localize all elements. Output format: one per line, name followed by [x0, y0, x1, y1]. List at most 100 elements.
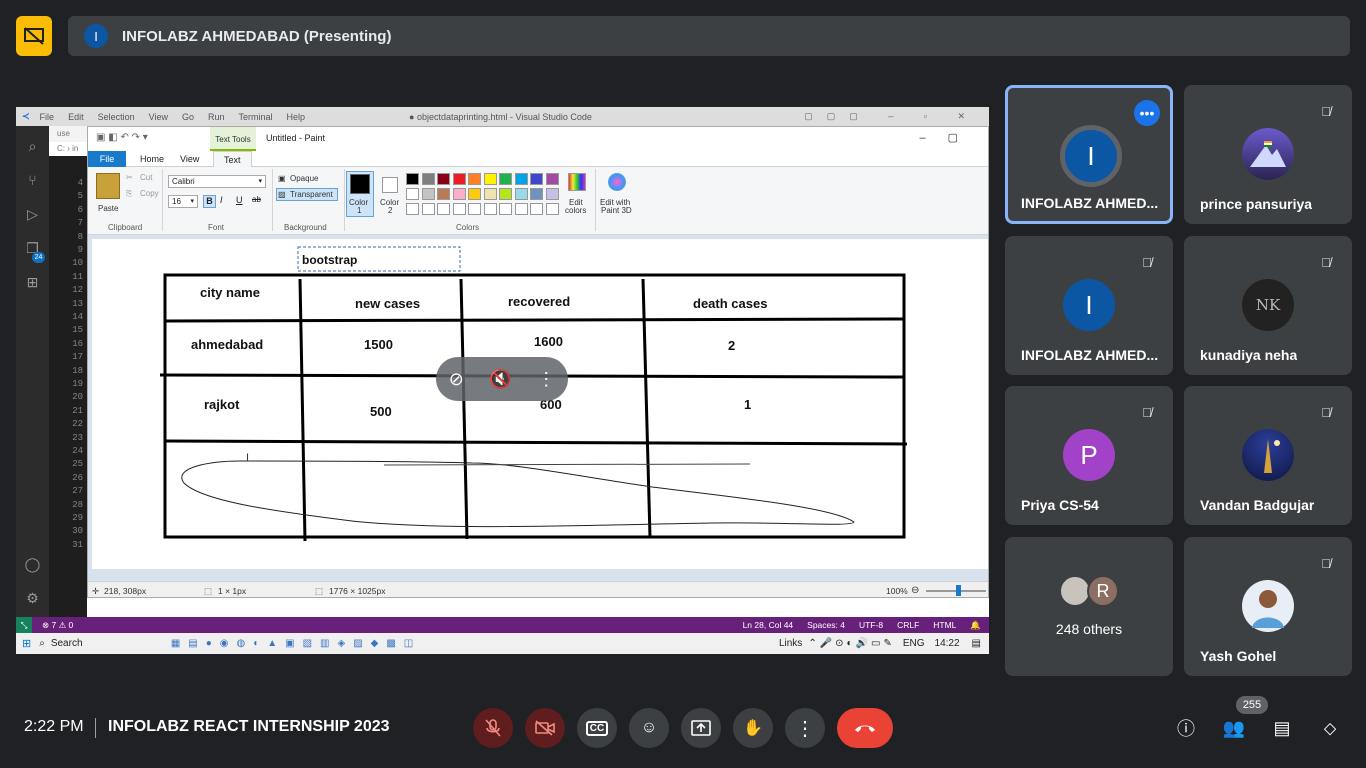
paint3d-icon[interactable]	[608, 173, 626, 191]
participant-tile[interactable]: 🎙̸ prince pansuriya	[1184, 85, 1352, 224]
palette-swatch[interactable]	[499, 203, 512, 215]
chat-button[interactable]: ▤	[1267, 713, 1297, 743]
stop-presenting-button[interactable]	[16, 16, 52, 56]
indent-spaces[interactable]: Spaces: 4	[807, 620, 845, 630]
taskbar-search[interactable]: Search	[51, 638, 171, 649]
palette-swatch[interactable]	[437, 173, 450, 185]
pin-off-icon[interactable]: ⊘	[449, 369, 464, 390]
windows-start-icon[interactable]: ⊞	[22, 637, 31, 650]
underline-button[interactable]: U	[236, 195, 243, 205]
paint-window-controls[interactable]: –▢	[919, 131, 980, 144]
canvas-text-box[interactable]: bootstrap	[302, 253, 357, 267]
present-now-button[interactable]	[681, 708, 721, 748]
palette-swatch[interactable]	[437, 188, 450, 200]
palette-swatch[interactable]	[452, 188, 466, 200]
palette-swatch[interactable]	[483, 173, 497, 185]
more-options-icon[interactable]: ⋮	[537, 369, 555, 390]
taskbar-app-icons[interactable]: ▦▤●◉◍◐▲▣▧▥◈▨◆▩◫	[171, 638, 421, 649]
palette-swatch[interactable]	[421, 188, 435, 200]
remote-icon[interactable]: ⤡	[16, 617, 32, 633]
window-controls[interactable]: ▢▢▢ – ▫ ✕	[804, 111, 979, 122]
palette-swatch[interactable]	[421, 173, 435, 185]
mic-toggle-button[interactable]	[473, 708, 513, 748]
extensions-icon[interactable]: ⊞	[24, 274, 41, 291]
language-mode[interactable]: HTML	[933, 620, 956, 630]
settings-gear-icon[interactable]: ⚙	[24, 590, 41, 607]
action-center-icon[interactable]: ▤	[972, 638, 981, 649]
palette-swatch[interactable]	[499, 188, 512, 200]
palette-swatch[interactable]	[545, 173, 559, 185]
participant-tile[interactable]: P 🎙̸ Priya CS-54	[1005, 386, 1173, 525]
palette-swatch[interactable]	[514, 203, 528, 215]
menu-go[interactable]: Go	[182, 112, 194, 122]
menu-edit[interactable]: Edit	[68, 112, 84, 122]
notifications-bell-icon[interactable]: 🔔	[970, 620, 981, 631]
participant-tile[interactable]: I ••• INFOLABZ AHMED...	[1005, 85, 1173, 224]
paste-label[interactable]: Paste	[98, 204, 118, 213]
participant-tile[interactable]: NK 🎙̸ kunadiya neha	[1184, 236, 1352, 375]
quick-access-toolbar[interactable]: ▣ ◧ ↶ ↷ ▾	[96, 132, 148, 143]
meeting-details-button[interactable]: ⓘ	[1171, 713, 1201, 743]
file-encoding[interactable]: UTF-8	[859, 620, 883, 630]
problems-count[interactable]: ⊗ 7 ⚠ 0	[42, 620, 73, 631]
tab-home[interactable]: Home	[130, 151, 174, 167]
tab-view[interactable]: View	[170, 151, 209, 167]
vscode-tab-fragment[interactable]: use	[49, 126, 89, 142]
menu-file[interactable]: File	[40, 112, 55, 122]
zoom-out-icon[interactable]: ⊖	[911, 585, 919, 596]
palette-swatch[interactable]	[483, 188, 497, 200]
source-control-icon[interactable]: ⑂	[24, 172, 41, 189]
account-icon[interactable]: ◯	[24, 556, 41, 573]
mute-presentation-icon[interactable]: 🔇	[489, 369, 511, 390]
camera-toggle-button[interactable]	[525, 708, 565, 748]
edit-colors-label-b[interactable]: colors	[565, 206, 586, 215]
captions-button[interactable]: CC	[577, 708, 617, 748]
menu-selection[interactable]: Selection	[98, 112, 135, 122]
italic-button[interactable]: I	[220, 195, 223, 205]
menu-terminal[interactable]: Terminal	[239, 112, 273, 122]
palette-swatch[interactable]	[545, 203, 559, 215]
palette-swatch[interactable]	[437, 203, 450, 215]
opaque-icon[interactable]: ▣	[278, 174, 286, 183]
palette-swatch[interactable]	[452, 203, 466, 215]
tab-text[interactable]: Text	[213, 151, 252, 167]
menu-help[interactable]: Help	[287, 112, 306, 122]
palette-swatch[interactable]	[406, 173, 419, 185]
reactions-button[interactable]: ☺	[629, 708, 669, 748]
transparent-option[interactable]: Transparent	[290, 190, 333, 199]
palette-swatch[interactable]	[452, 173, 466, 185]
palette-swatch[interactable]	[499, 173, 512, 185]
palette-swatch[interactable]	[468, 188, 481, 200]
copy-label[interactable]: Copy	[140, 189, 159, 198]
palette-swatch[interactable]	[483, 203, 497, 215]
more-options-button[interactable]: ⋮	[785, 708, 825, 748]
palette-swatch[interactable]	[421, 203, 435, 215]
raise-hand-button[interactable]: ✋	[733, 708, 773, 748]
palette-swatch[interactable]	[530, 188, 543, 200]
palette-swatch[interactable]	[514, 188, 528, 200]
palette-swatch[interactable]	[406, 203, 419, 215]
palette-swatch[interactable]	[406, 188, 419, 200]
tray-icons[interactable]: ⌃🎤⊙◐🔊▭✎	[808, 638, 895, 649]
bold-button[interactable]: B	[203, 195, 216, 208]
line-ending[interactable]: CRLF	[897, 620, 919, 630]
palette-swatch[interactable]	[530, 173, 543, 185]
taskbar-clock[interactable]: 14:22	[935, 638, 960, 649]
others-tile[interactable]: R 248 others	[1005, 537, 1173, 676]
cursor-line-col[interactable]: Ln 28, Col 44	[743, 620, 794, 630]
menu-view[interactable]: View	[149, 112, 168, 122]
paint3d-label-b[interactable]: Paint 3D	[601, 206, 632, 215]
palette-swatch[interactable]	[468, 203, 481, 215]
strikethrough-button[interactable]: ab	[252, 195, 261, 204]
search-icon[interactable]: ⌕	[24, 138, 41, 155]
edit-colors-icon[interactable]	[568, 173, 586, 191]
run-debug-icon[interactable]: ▷	[24, 206, 41, 223]
leave-call-button[interactable]	[837, 708, 893, 748]
people-button[interactable]: 👥	[1219, 713, 1249, 743]
tab-file[interactable]: File	[88, 151, 126, 167]
participant-tile[interactable]: 🎙̸ Yash Gohel	[1184, 537, 1352, 676]
zoom-slider-thumb[interactable]	[956, 585, 961, 596]
participant-tile[interactable]: 🎙̸ Vandan Badgujar	[1184, 386, 1352, 525]
palette-swatch[interactable]	[530, 203, 543, 215]
menu-run[interactable]: Run	[208, 112, 225, 122]
